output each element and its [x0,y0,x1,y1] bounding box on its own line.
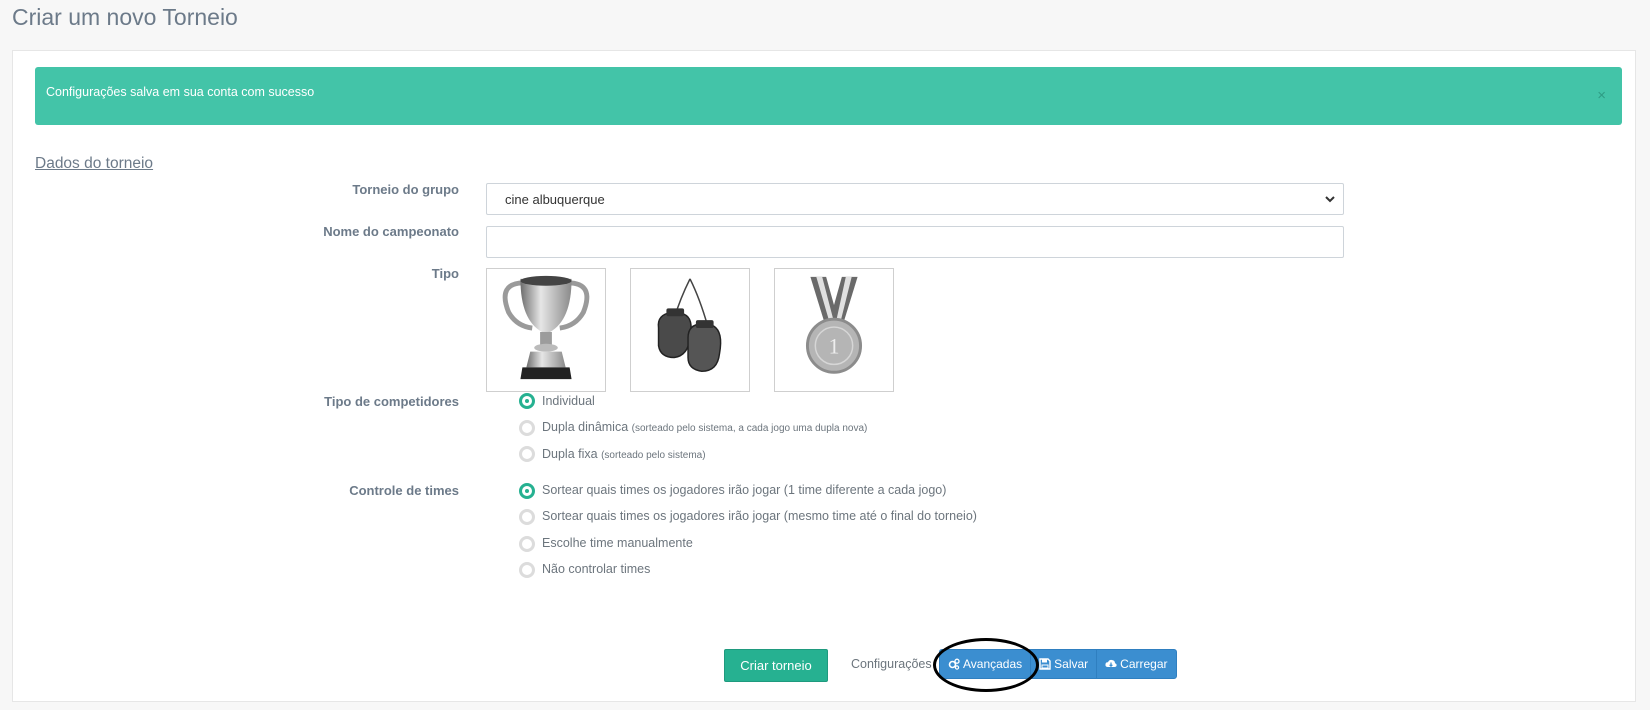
alert-message: Configurações salva em sua conta com suc… [46,85,315,99]
save-label: Salvar [1054,657,1089,671]
competitor-radio-dynamic-pair[interactable] [519,420,535,436]
type-option-medal[interactable]: 1 [774,268,894,392]
group-select-value: cine albuquerque [505,192,605,207]
load-label: Carregar [1120,657,1168,671]
team-radio-manual[interactable] [519,536,535,552]
page-title: Criar um novo Torneio [12,4,238,30]
cloud-download-icon [1105,659,1117,668]
team-radio-random-fixed[interactable] [519,509,535,525]
advanced-settings-label: Avançadas [963,657,1023,671]
tournament-form-card: Configurações salva em sua conta com suc… [12,50,1636,702]
type-option-boxing[interactable] [630,268,750,392]
team-label-random-fixed: Sortear quais times os jogadores irão jo… [542,509,977,523]
load-button[interactable]: Carregar [1096,649,1177,679]
team-radio-random-each-game[interactable] [519,483,535,499]
competitors-label: Tipo de competidores [324,394,459,409]
chevron-down-icon [1325,196,1335,203]
boxing-gloves-icon [657,278,722,373]
group-label: Torneio do grupo [352,182,459,197]
trophy-icon [502,275,590,380]
championship-name-input[interactable] [486,226,1344,258]
team-label-manual: Escolhe time manualmente [542,536,693,550]
create-tournament-button[interactable]: Criar torneio [724,649,828,682]
teams-label: Controle de times [349,483,459,498]
alert-close-icon[interactable]: × [1597,87,1606,104]
team-label-no-control: Não controlar times [542,562,651,576]
success-alert: Configurações salva em sua conta com suc… [35,67,1622,125]
floppy-disk-icon [1039,658,1051,670]
medal-icon: 1 [805,276,863,374]
type-label: Tipo [431,266,459,281]
advanced-settings-button[interactable]: Avançadas [939,649,1032,679]
config-label: Configurações [851,657,932,671]
medal-number: 1 [829,335,840,359]
competitor-label-fixed-pair: Dupla fixa (sorteado pelo sistema) [542,447,706,461]
section-title-link[interactable]: Dados do torneio [35,155,153,173]
gears-icon [948,658,960,670]
team-label-random-each-game: Sortear quais times os jogadores irão jo… [542,483,947,497]
competitor-radio-fixed-pair[interactable] [519,446,535,462]
group-select[interactable]: cine albuquerque [486,183,1344,215]
team-radio-no-control[interactable] [519,562,535,578]
competitor-label-dynamic-pair: Dupla dinâmica (sorteado pelo sistema, a… [542,420,868,434]
type-option-trophy[interactable] [486,268,606,392]
competitor-label-individual: Individual [542,394,595,408]
competitor-radio-individual[interactable] [519,393,535,409]
save-button[interactable]: Salvar [1030,649,1098,679]
name-label: Nome do campeonato [323,224,459,239]
config-button-group: Avançadas Salvar Carregar [939,649,1177,679]
